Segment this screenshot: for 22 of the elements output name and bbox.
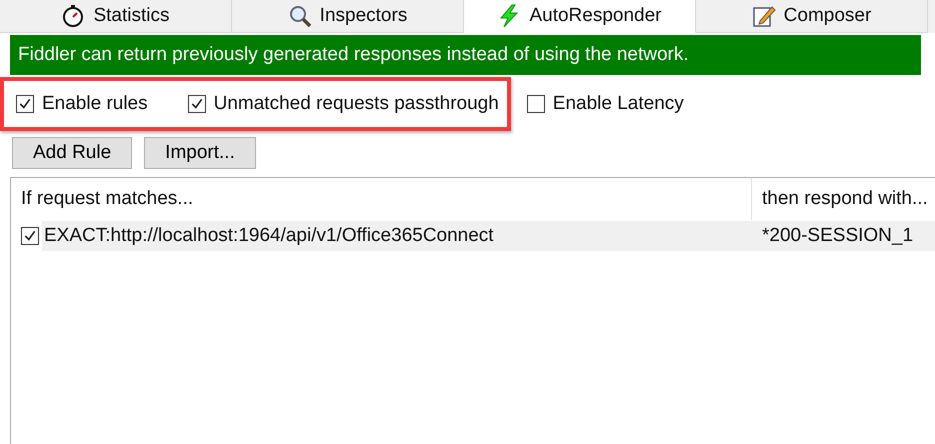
tab[interactable]: AutoResponder (464, 0, 696, 33)
checkbox-option[interactable]: Unmatched requests passthrough (188, 93, 499, 115)
info-banner: Fiddler can return previously generated responses instead of using the network. (10, 35, 921, 75)
tab[interactable]: Composer (696, 0, 928, 33)
checkbox-option[interactable]: Enable rules (16, 93, 148, 115)
pencil-icon (752, 4, 776, 28)
table-cell-text: *200-SESSION_1 (761, 225, 914, 247)
action-button[interactable]: Add Rule (12, 137, 132, 169)
checkbox-option[interactable]: Enable Latency (526, 93, 684, 115)
tab[interactable]: Statistics (0, 0, 232, 33)
table-cell-text: EXACT:http://localhost:1964/api/v1/Office365Connect (43, 225, 495, 247)
action-button[interactable]: Import... (144, 137, 256, 169)
checkbox[interactable] (188, 95, 206, 113)
checkbox[interactable] (526, 95, 545, 113)
tab[interactable]: Inspectors (232, 0, 464, 33)
checkbox[interactable] (16, 95, 34, 113)
column-header[interactable]: then respond with... (752, 178, 928, 220)
table-row[interactable]: EXACT:http://localhost:1964/api/v1/Office365Connect *200-SESSION_1 (42, 221, 935, 251)
column-header[interactable]: If request matches... (11, 178, 752, 220)
checkbox[interactable] (21, 227, 39, 245)
stopwatch-icon (61, 4, 86, 28)
magnifier-icon (288, 4, 312, 28)
